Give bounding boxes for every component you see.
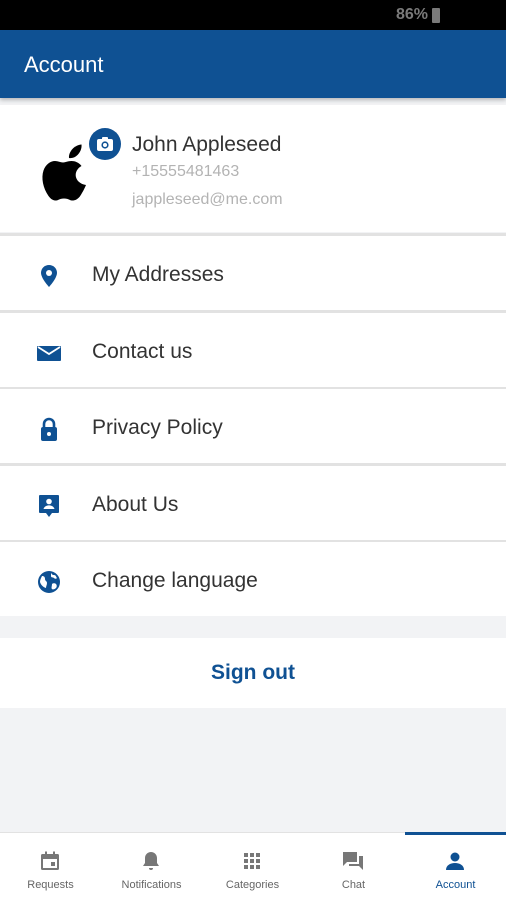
nav-tab-categories[interactable]: Categories bbox=[202, 833, 303, 900]
app-bar: Account bbox=[0, 30, 506, 98]
page-title: Account bbox=[24, 52, 104, 77]
contact-card-icon bbox=[39, 495, 59, 517]
menu-item-my-addresses[interactable]: My Addresses bbox=[0, 236, 506, 310]
menu-item-label: Change language bbox=[92, 569, 258, 592]
bottom-navigation: Requests Notifications Categories Chat A… bbox=[0, 832, 506, 900]
profile-phone: +15555481463 bbox=[132, 163, 240, 180]
sign-out-label: Sign out bbox=[211, 661, 295, 684]
nav-tab-requests[interactable]: Requests bbox=[0, 833, 101, 900]
active-tab-indicator bbox=[405, 832, 506, 835]
person-icon bbox=[446, 852, 464, 870]
chat-icon bbox=[343, 852, 363, 870]
menu-item-change-language[interactable]: Change language bbox=[0, 542, 506, 616]
nav-tab-account[interactable]: Account bbox=[405, 832, 506, 900]
menu-item-label: Privacy Policy bbox=[92, 416, 223, 439]
profile-name: John Appleseed bbox=[132, 133, 282, 156]
mail-icon bbox=[37, 346, 61, 361]
menu-item-label: About Us bbox=[92, 493, 179, 516]
menu-item-contact-us[interactable]: Contact us bbox=[0, 313, 506, 387]
calendar-icon bbox=[41, 851, 59, 870]
nav-tab-chat[interactable]: Chat bbox=[303, 833, 404, 900]
change-photo-button[interactable] bbox=[89, 128, 121, 160]
globe-icon bbox=[38, 571, 60, 593]
sign-out-button[interactable]: Sign out bbox=[0, 638, 506, 708]
menu-item-about-us[interactable]: About Us bbox=[0, 466, 506, 540]
apple-logo-icon bbox=[42, 144, 86, 201]
status-bar: 86% bbox=[0, 0, 506, 30]
nav-label: Chat bbox=[341, 879, 366, 891]
camera-icon bbox=[97, 137, 113, 151]
profile-card: John Appleseed +15555481463 jappleseed@m… bbox=[0, 105, 506, 232]
nav-label: Categories bbox=[225, 879, 280, 891]
battery-icon bbox=[432, 8, 440, 23]
profile-email: jappleseed@me.com bbox=[132, 191, 283, 208]
bell-icon bbox=[143, 852, 159, 870]
menu-item-label: My Addresses bbox=[92, 263, 224, 286]
grid-icon bbox=[244, 853, 260, 869]
location-pin-icon bbox=[41, 265, 57, 287]
battery-level: 86% bbox=[395, 6, 428, 23]
lock-icon bbox=[41, 417, 57, 441]
menu-item-privacy-policy[interactable]: Privacy Policy bbox=[0, 389, 506, 463]
nav-tab-notifications[interactable]: Notifications bbox=[101, 833, 202, 900]
nav-label: Requests bbox=[27, 879, 74, 891]
menu-item-label: Contact us bbox=[92, 340, 193, 363]
nav-label: Notifications bbox=[121, 879, 182, 891]
nav-label: Account bbox=[435, 879, 476, 891]
